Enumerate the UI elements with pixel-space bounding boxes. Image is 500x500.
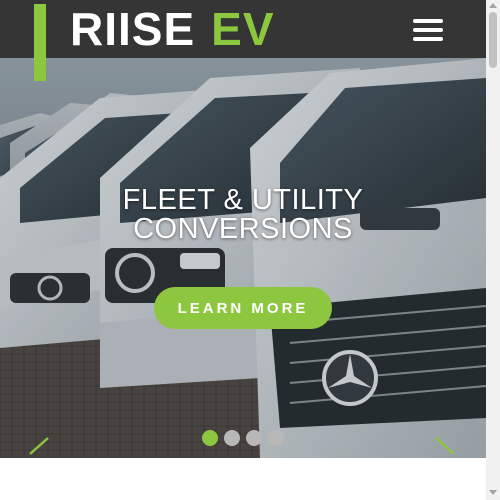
slide-dot[interactable]	[268, 430, 284, 446]
menu-line	[413, 28, 443, 32]
menu-line	[413, 19, 443, 23]
learn-more-button[interactable]: LEARN MORE	[154, 287, 332, 329]
site-header: RIISE EV	[0, 0, 486, 58]
slide-dot[interactable]	[202, 430, 218, 446]
scrollbar-thumb[interactable]	[489, 12, 497, 68]
hero-title-line-2: CONVERSIONS	[133, 213, 353, 245]
hero-title: FLEET & UTILITY CONVERSIONS	[0, 186, 486, 244]
logo-main-text: RIISE	[70, 3, 196, 55]
scroll-down-icon[interactable]	[489, 490, 497, 495]
hero-background-image	[0, 58, 486, 458]
logo[interactable]: RIISE EV	[70, 4, 275, 54]
scrollbar[interactable]	[486, 0, 500, 500]
logo-accent-bar	[34, 4, 46, 81]
hamburger-menu-icon[interactable]	[410, 16, 446, 44]
content-area	[0, 458, 486, 500]
hero-slider: FLEET & UTILITY CONVERSIONS LEARN MORE	[0, 58, 486, 458]
scroll-up-icon[interactable]	[489, 3, 497, 8]
logo-accent-text: EV	[211, 3, 275, 55]
slide-dot[interactable]	[224, 430, 240, 446]
hero-title-line-1: FLEET & UTILITY	[122, 184, 364, 216]
menu-line	[413, 37, 443, 41]
slide-dot[interactable]	[246, 430, 262, 446]
slide-indicators	[0, 430, 486, 446]
